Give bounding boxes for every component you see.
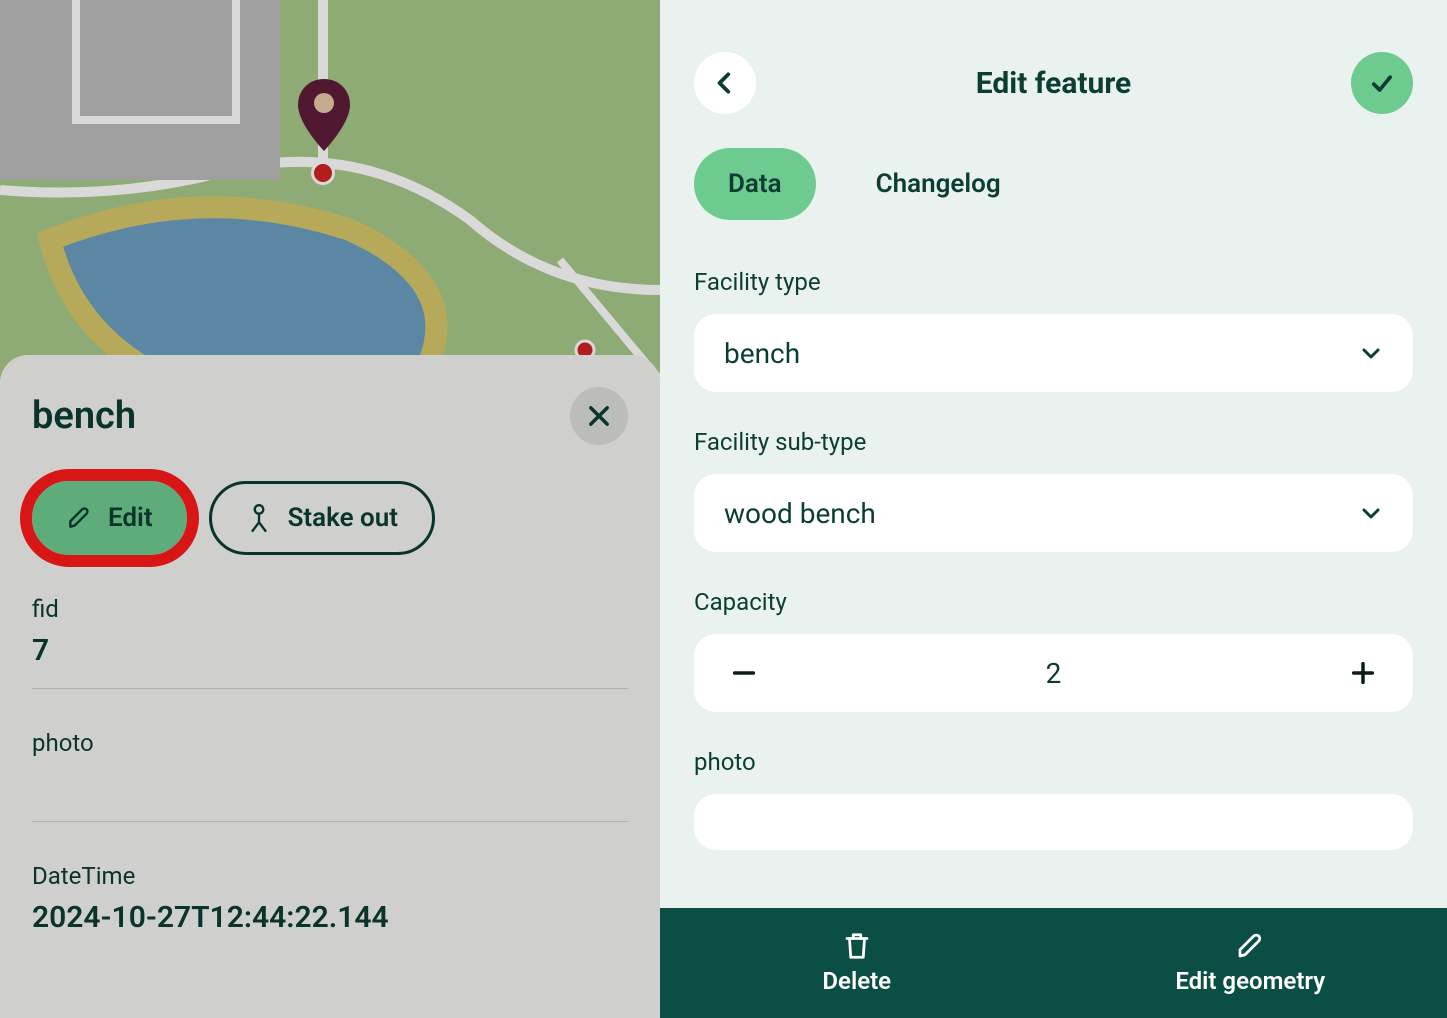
datetime-label: DateTime: [32, 862, 628, 890]
capacity-label: Capacity: [694, 588, 1413, 616]
photo-field[interactable]: [694, 794, 1413, 850]
pencil-icon: [1235, 931, 1265, 961]
bottom-action-bar: Delete Edit geometry: [660, 908, 1447, 1018]
stepper-decrement[interactable]: [724, 653, 764, 693]
stakeout-icon: [246, 503, 272, 533]
check-icon: [1368, 69, 1396, 97]
capacity-stepper: 2: [694, 634, 1413, 712]
feature-preview-sheet: bench Edit: [0, 355, 660, 1018]
confirm-button[interactable]: [1351, 52, 1413, 114]
edit-geometry-button[interactable]: Edit geometry: [1054, 908, 1447, 1018]
feature-point[interactable]: [311, 161, 335, 185]
facility-type-value: bench: [724, 337, 800, 370]
facility-type-label: Facility type: [694, 268, 1413, 296]
map-marker-icon[interactable]: [298, 79, 350, 151]
trash-icon: [842, 931, 872, 961]
chevron-down-icon: [1359, 501, 1383, 525]
stake-out-label: Stake out: [288, 503, 398, 533]
edit-button-label: Edit: [108, 503, 153, 533]
datetime-value: 2024-10-27T12:44:22.144: [32, 900, 628, 935]
tab-data[interactable]: Data: [694, 148, 816, 220]
delete-button[interactable]: Delete: [660, 908, 1054, 1018]
feature-title: bench: [32, 394, 136, 438]
minus-icon: [730, 659, 758, 687]
pencil-icon: [66, 505, 92, 531]
facility-subtype-value: wood bench: [724, 497, 876, 530]
capacity-value: 2: [1046, 657, 1062, 690]
edit-geometry-label: Edit geometry: [1175, 967, 1325, 995]
facility-type-select[interactable]: bench: [694, 314, 1413, 392]
stepper-increment[interactable]: [1343, 653, 1383, 693]
stake-out-button[interactable]: Stake out: [209, 481, 435, 555]
chevron-down-icon: [1359, 341, 1383, 365]
delete-label: Delete: [822, 967, 891, 995]
close-button[interactable]: [570, 387, 628, 445]
edit-button[interactable]: Edit: [32, 481, 187, 555]
facility-subtype-select[interactable]: wood bench: [694, 474, 1413, 552]
back-button[interactable]: [694, 52, 756, 114]
panel-title: Edit feature: [976, 66, 1132, 101]
facility-subtype-label: Facility sub-type: [694, 428, 1413, 456]
plus-icon: [1349, 659, 1377, 687]
fid-label: fid: [32, 595, 628, 623]
photo-field-label: photo: [694, 748, 1413, 776]
fid-value: 7: [32, 633, 628, 668]
tab-changelog[interactable]: Changelog: [842, 148, 1035, 220]
chevron-left-icon: [712, 70, 738, 96]
edit-feature-panel: Edit feature Data Changelog Facility typ…: [660, 0, 1447, 1018]
photo-value-empty: [32, 767, 628, 801]
close-icon: [585, 402, 613, 430]
left-panel: bench Edit: [0, 0, 660, 1018]
photo-label: photo: [32, 729, 628, 757]
